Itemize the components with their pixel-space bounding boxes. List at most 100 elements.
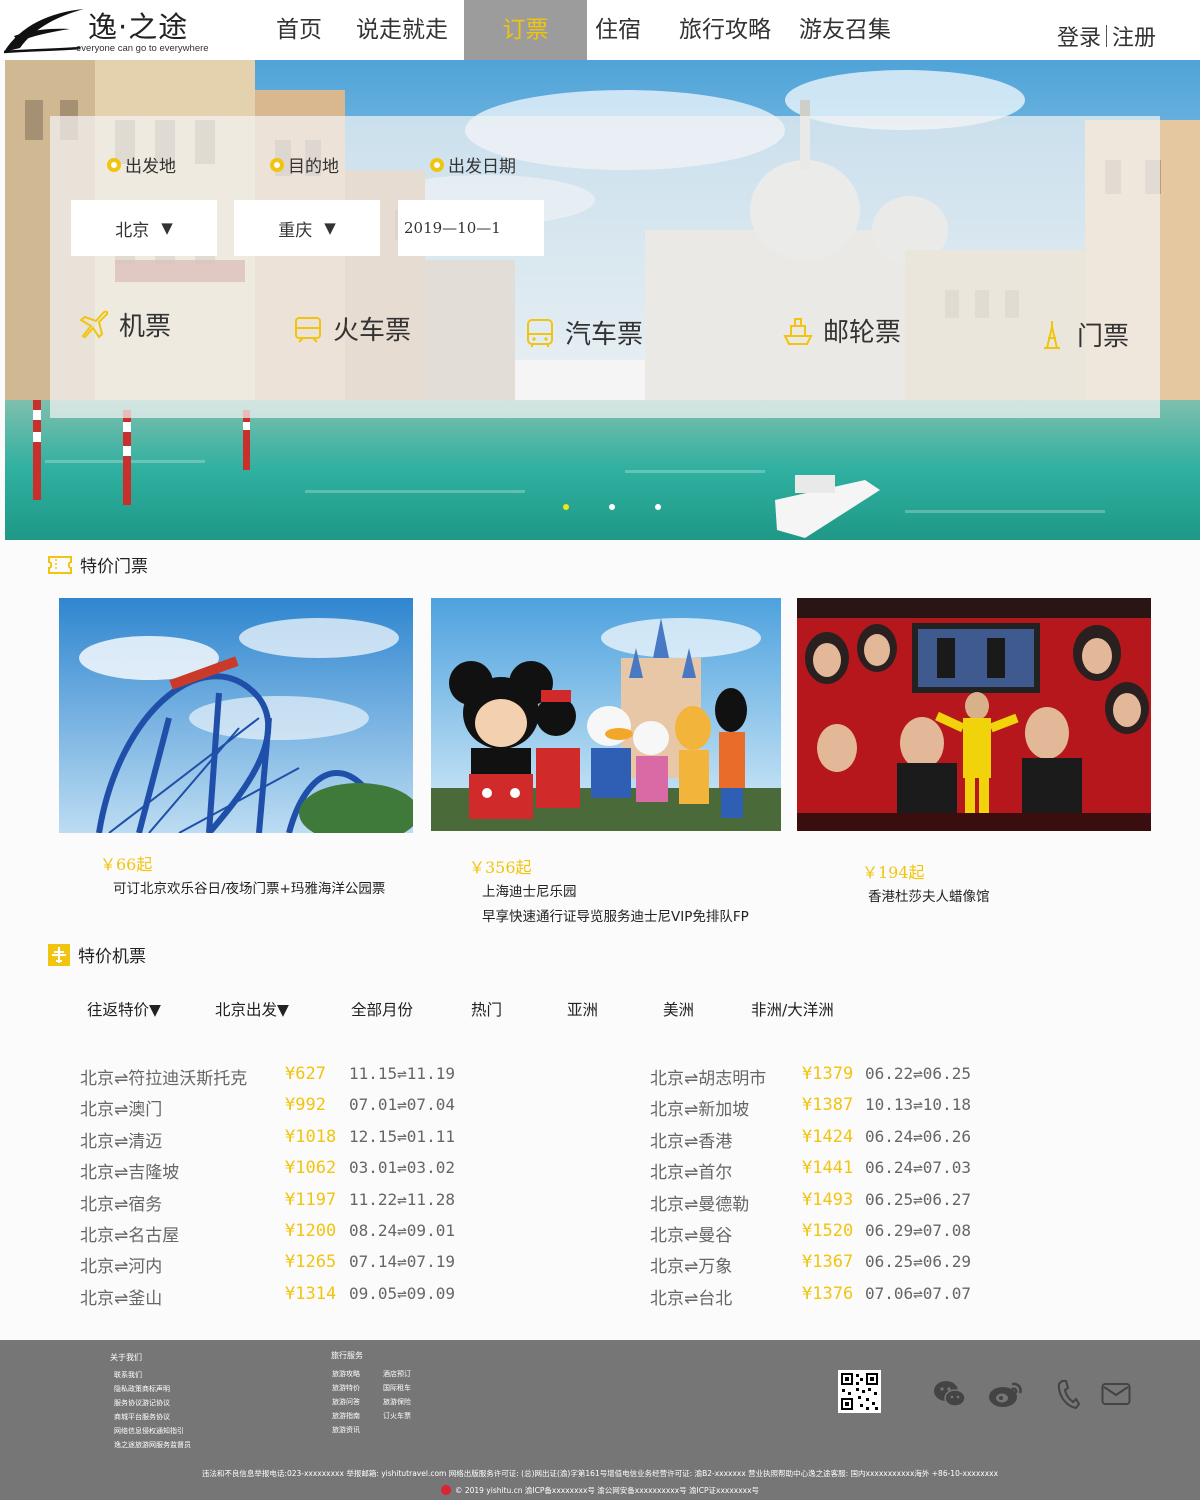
- qrcode-icon[interactable]: [838, 1370, 881, 1413]
- tab-cruise[interactable]: 邮轮票: [781, 312, 901, 349]
- deal-image-happy-valley[interactable]: [59, 598, 413, 833]
- nav-companions[interactable]: 游友召集: [791, 0, 911, 60]
- footer-link[interactable]: 逸之途旅游网服务监督员: [114, 1440, 191, 1450]
- from-select[interactable]: 北京 ▼: [71, 200, 217, 256]
- flight-row[interactable]: 北京⇌符拉迪沃斯托克 ¥627 11.15⇌11.19: [80, 1064, 500, 1095]
- deal-price: ￥356起: [469, 858, 532, 877]
- flight-route: 北京⇌宿务: [80, 1194, 163, 1215]
- filter-popular[interactable]: 热门: [471, 998, 502, 1020]
- deal-subtitle: 早享快速通行证导览服务迪士尼VIP免排队FP: [482, 909, 749, 925]
- flight-dates: 11.15⇌11.19: [349, 1064, 455, 1083]
- filter-africa-oceania[interactable]: 非洲/大洋洲: [751, 998, 834, 1020]
- flight-row[interactable]: 北京⇌名古屋 ¥1200 08.24⇌09.01: [80, 1221, 500, 1252]
- deal-image-madame-tussauds[interactable]: [797, 598, 1151, 831]
- auth-links: 登录 注册: [1057, 20, 1156, 52]
- footer-link[interactable]: 隐私政策商标声明: [114, 1384, 170, 1394]
- from-label: 出发地: [107, 152, 176, 177]
- chevron-down-icon: ▼: [324, 219, 336, 237]
- footer-services-heading: 旅行服务: [331, 1351, 363, 1360]
- location-pin-icon: [430, 157, 444, 172]
- flight-row[interactable]: 北京⇌曼德勒 ¥1493 06.25⇌06.27: [650, 1190, 1070, 1221]
- filter-asia[interactable]: 亚洲: [567, 998, 598, 1020]
- flight-row[interactable]: 北京⇌河内 ¥1265 07.14⇌07.19: [80, 1252, 500, 1283]
- footer-link[interactable]: 酒店预订: [383, 1369, 411, 1379]
- flight-route: 北京⇌台北: [650, 1288, 733, 1309]
- nav-home[interactable]: 首页: [268, 0, 348, 60]
- nav-guides[interactable]: 旅行攻略: [671, 0, 791, 60]
- brand-slogan: everyone can go to everywhere: [76, 43, 209, 54]
- nav-tickets[interactable]: 订票: [464, 0, 587, 60]
- footer-link[interactable]: 服务协议游记协议: [114, 1398, 170, 1408]
- deal-title[interactable]: 可订北京欢乐谷日/夜场门票+玛雅海洋公园票: [113, 877, 385, 902]
- flight-row[interactable]: 北京⇌宿务 ¥1197 11.22⇌11.28: [80, 1190, 500, 1221]
- tab-bus-label: 汽车票: [565, 320, 644, 350]
- footer-link[interactable]: 国际租车: [383, 1383, 411, 1393]
- flight-price: ¥1424: [802, 1126, 854, 1147]
- flight-row[interactable]: 北京⇌新加坡 ¥1387 10.13⇌10.18: [650, 1095, 1070, 1126]
- deal-image-disney[interactable]: [431, 598, 781, 831]
- filter-americas[interactable]: 美洲: [663, 998, 694, 1020]
- footer-link[interactable]: 网络信息侵权通知指引: [114, 1426, 184, 1436]
- phone-icon[interactable]: [1056, 1378, 1080, 1410]
- mail-icon[interactable]: [1101, 1382, 1131, 1406]
- footer-link[interactable]: 旅游保险: [383, 1397, 411, 1407]
- login-link[interactable]: 登录: [1057, 20, 1101, 52]
- register-link[interactable]: 注册: [1112, 20, 1156, 52]
- tab-bus[interactable]: 汽车票: [523, 314, 643, 351]
- site-logo[interactable]: 逸·之途 everyone can go to everywhere: [0, 2, 215, 58]
- carousel-dot[interactable]: [563, 504, 569, 510]
- to-label: 目的地: [270, 152, 339, 177]
- footer-link[interactable]: 联系我们: [114, 1370, 142, 1380]
- footer-link[interactable]: 商城平台服务协议: [114, 1412, 170, 1422]
- top-header: 逸·之途 everyone can go to everywhere 首页 说走…: [0, 0, 1200, 60]
- flight-row[interactable]: 北京⇌胡志明市 ¥1379 06.22⇌06.25: [650, 1064, 1070, 1095]
- tab-attraction[interactable]: 门票: [1035, 316, 1129, 353]
- carousel-dot[interactable]: [609, 504, 615, 510]
- nav-hotel[interactable]: 住宿: [587, 0, 671, 60]
- wechat-icon[interactable]: [933, 1378, 967, 1410]
- flight-row[interactable]: 北京⇌釜山 ¥1314 09.05⇌09.09: [80, 1284, 500, 1315]
- flight-route: 北京⇌首尔: [650, 1163, 733, 1184]
- to-select[interactable]: 重庆 ▼: [234, 200, 380, 256]
- footer-link[interactable]: 订火车票: [383, 1411, 411, 1421]
- flight-price: ¥1062: [285, 1158, 337, 1179]
- footer-copyright-line: © 2019 yishitu.cn 渝ICP备xxxxxxxx号 渝公网安备xx…: [0, 1485, 1200, 1496]
- filter-round-trip[interactable]: 往返特价▼: [87, 998, 161, 1020]
- chevron-down-icon: ▼: [161, 219, 173, 237]
- from-select-value: 北京: [115, 220, 150, 241]
- weibo-icon[interactable]: [988, 1378, 1024, 1410]
- police-badge-icon: [440, 1485, 451, 1495]
- footer-link[interactable]: 旅游特价: [332, 1383, 360, 1393]
- flight-row[interactable]: 北京⇌清迈 ¥1018 12.15⇌01.11: [80, 1127, 500, 1158]
- flight-dates: 09.05⇌09.09: [349, 1283, 455, 1303]
- filter-all-months[interactable]: 全部月份: [351, 998, 413, 1020]
- flight-row[interactable]: 北京⇌香港 ¥1424 06.24⇌06.26: [650, 1127, 1070, 1158]
- flight-list-left: 北京⇌符拉迪沃斯托克 ¥627 11.15⇌11.19 北京⇌澳门 ¥992 07.01⇌…: [80, 1064, 500, 1315]
- deal-title[interactable]: 上海迪士尼乐园: [482, 880, 577, 905]
- flight-row[interactable]: 北京⇌万象 ¥1367 06.25⇌06.29: [650, 1252, 1070, 1283]
- date-field[interactable]: 2019—10—1: [398, 200, 544, 256]
- tab-train[interactable]: 火车票: [291, 310, 411, 347]
- flight-price: ¥1265: [285, 1252, 337, 1273]
- deal-title[interactable]: 香港杜莎夫人蜡像馆: [868, 885, 990, 910]
- carousel-dot[interactable]: [655, 504, 661, 510]
- nav-go-now[interactable]: 说走就走: [348, 0, 464, 60]
- flight-route: 北京⇌万象: [650, 1257, 733, 1278]
- footer-link[interactable]: 旅游指南: [332, 1411, 360, 1421]
- footer-link[interactable]: 旅游资讯: [332, 1425, 360, 1435]
- footer-link[interactable]: 旅游攻略: [332, 1369, 360, 1379]
- filter-departure-city[interactable]: 北京出发▼: [215, 998, 289, 1020]
- footer-link[interactable]: 旅游问答: [332, 1397, 360, 1407]
- tab-flight[interactable]: 机票: [77, 306, 171, 343]
- flight-row[interactable]: 北京⇌首尔 ¥1441 06.24⇌07.03: [650, 1158, 1070, 1189]
- flight-price: ¥992: [285, 1095, 326, 1116]
- flight-row[interactable]: 北京⇌澳门 ¥992 07.01⇌07.04: [80, 1095, 500, 1126]
- flight-dates: 06.24⇌06.26: [865, 1126, 971, 1146]
- flight-row[interactable]: 北京⇌台北 ¥1376 07.06⇌07.07: [650, 1284, 1070, 1315]
- auth-divider: [1105, 25, 1107, 47]
- flight-row[interactable]: 北京⇌曼谷 ¥1520 06.29⇌07.08: [650, 1221, 1070, 1252]
- flight-dates: 07.01⇌07.04: [349, 1095, 455, 1115]
- tab-train-label: 火车票: [333, 316, 412, 346]
- flight-row[interactable]: 北京⇌吉隆坡 ¥1062 03.01⇌03.02: [80, 1158, 500, 1189]
- footer-copyright-text: © 2019 yishitu.cn 渝ICP备xxxxxxxx号 渝公网安备xx…: [454, 1486, 760, 1495]
